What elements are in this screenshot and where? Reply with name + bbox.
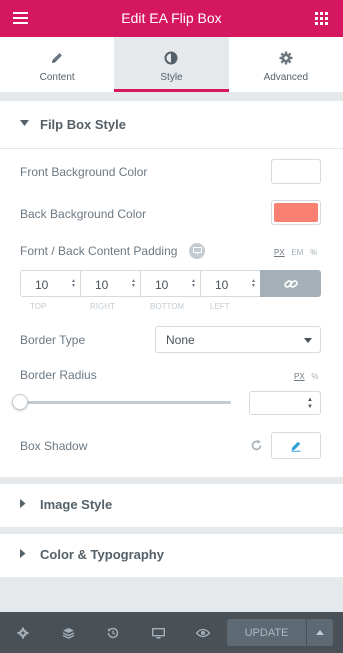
section-divider xyxy=(0,148,343,149)
editor-footer: UPDATE xyxy=(0,612,343,653)
box-shadow-label: Box Shadow xyxy=(20,439,88,453)
padding-left-value: 10 xyxy=(215,278,229,292)
history-icon[interactable] xyxy=(105,625,121,641)
reset-icon[interactable] xyxy=(250,439,263,452)
grid-icon[interactable] xyxy=(315,12,328,25)
unit-em[interactable]: EM xyxy=(291,248,303,257)
unit-px[interactable]: PX xyxy=(274,248,285,257)
responsive-monitor-icon[interactable] xyxy=(189,243,205,259)
border-radius-input[interactable]: ▲ ▼ xyxy=(249,391,321,415)
tab-content-label: Content xyxy=(39,72,75,83)
tab-advanced[interactable]: Advanced xyxy=(229,37,343,92)
link-values-button[interactable] xyxy=(260,270,321,297)
chevron-down-icon xyxy=(304,338,312,343)
settings-gear-icon[interactable] xyxy=(15,625,31,641)
padding-right-input[interactable]: 10 ▲ ▼ xyxy=(80,270,140,297)
responsive-desktop-icon[interactable] xyxy=(150,625,166,641)
unit-percent[interactable]: % xyxy=(311,372,318,381)
top-label: TOP xyxy=(30,302,47,311)
padding-right-value: 10 xyxy=(95,278,109,292)
section-header-color: Color & Typography xyxy=(0,534,343,577)
update-options-button[interactable] xyxy=(307,619,333,646)
padding-side-labels: TOP RIGHT BOTTOM LEFT xyxy=(20,302,261,311)
front-bg-swatch xyxy=(274,162,318,181)
caret-up-icon xyxy=(316,630,324,635)
preview-eye-icon[interactable] xyxy=(195,625,211,641)
tab-style-label: Style xyxy=(160,72,183,83)
box-shadow-edit-button[interactable] xyxy=(271,432,321,459)
unit-percent[interactable]: % xyxy=(310,248,317,257)
border-type-value: None xyxy=(166,333,195,347)
front-bg-label: Front Background Color xyxy=(20,165,148,179)
radius-units: PX % xyxy=(294,372,318,381)
padding-bottom-input[interactable]: 10 ▲ ▼ xyxy=(140,270,200,297)
section-image-style[interactable]: Image Style xyxy=(0,484,343,527)
section-header-image: Image Style xyxy=(0,484,343,527)
back-bg-swatch xyxy=(274,203,318,222)
bottom-label: BOTTOM xyxy=(150,302,185,311)
front-bg-color-picker[interactable] xyxy=(271,159,321,184)
pencil-icon xyxy=(291,441,301,452)
tab-content[interactable]: Content xyxy=(0,37,114,92)
update-button[interactable]: UPDATE xyxy=(227,619,306,646)
link-icon xyxy=(283,279,298,288)
padding-top-value: 10 xyxy=(35,278,49,292)
section-header-flipbox[interactable]: Filp Box Style xyxy=(0,101,343,148)
section-color-typography[interactable]: Color & Typography xyxy=(0,534,343,577)
stepper-icon[interactable]: ▲ ▼ xyxy=(251,279,256,289)
back-bg-color-picker[interactable] xyxy=(271,200,321,225)
caret-right-icon xyxy=(20,499,26,508)
layers-icon[interactable] xyxy=(60,625,76,641)
padding-units: PX EM % xyxy=(274,248,317,257)
padding-top-input[interactable]: 10 ▲ ▼ xyxy=(20,270,80,297)
border-type-select[interactable]: None xyxy=(155,326,321,353)
stepper-icon[interactable]: ▲ ▼ xyxy=(191,279,196,289)
padding-label: Fornt / Back Content Padding xyxy=(20,244,178,258)
left-label: LEFT xyxy=(210,302,230,311)
stepper-icon[interactable]: ▲ ▼ xyxy=(131,279,136,289)
caret-right-icon xyxy=(20,549,26,558)
section-title: Image Style xyxy=(40,497,113,512)
section-title: Color & Typography xyxy=(40,547,164,562)
panel-title: Edit EA Flip Box xyxy=(121,10,222,26)
editor-header: Edit EA Flip Box xyxy=(0,0,343,37)
gear-icon xyxy=(229,51,343,65)
back-bg-label: Back Background Color xyxy=(20,207,147,221)
panel-tabs: Content Style Advanced xyxy=(0,37,343,93)
padding-bottom-value: 10 xyxy=(155,278,169,292)
stepper-icon[interactable]: ▲ ▼ xyxy=(71,279,76,289)
border-radius-slider[interactable] xyxy=(20,401,231,404)
half-circle-icon xyxy=(114,51,228,65)
section-title: Filp Box Style xyxy=(40,117,126,132)
border-radius-label: Border Radius xyxy=(20,368,97,382)
padding-dimensions: 10 ▲ ▼ 10 ▲ ▼ 10 ▲ ▼ 10 ▲ ▼ xyxy=(20,270,321,297)
stepper-icon[interactable]: ▲ ▼ xyxy=(307,397,313,411)
tab-style[interactable]: Style xyxy=(114,37,229,92)
unit-px[interactable]: PX xyxy=(294,372,305,381)
padding-left-input[interactable]: 10 ▲ ▼ xyxy=(200,270,260,297)
border-type-label: Border Type xyxy=(20,333,86,347)
right-label: RIGHT xyxy=(90,302,115,311)
pencil-icon xyxy=(0,51,114,65)
tab-advanced-label: Advanced xyxy=(263,72,309,83)
slider-handle[interactable] xyxy=(12,394,28,410)
caret-down-icon xyxy=(20,120,29,126)
